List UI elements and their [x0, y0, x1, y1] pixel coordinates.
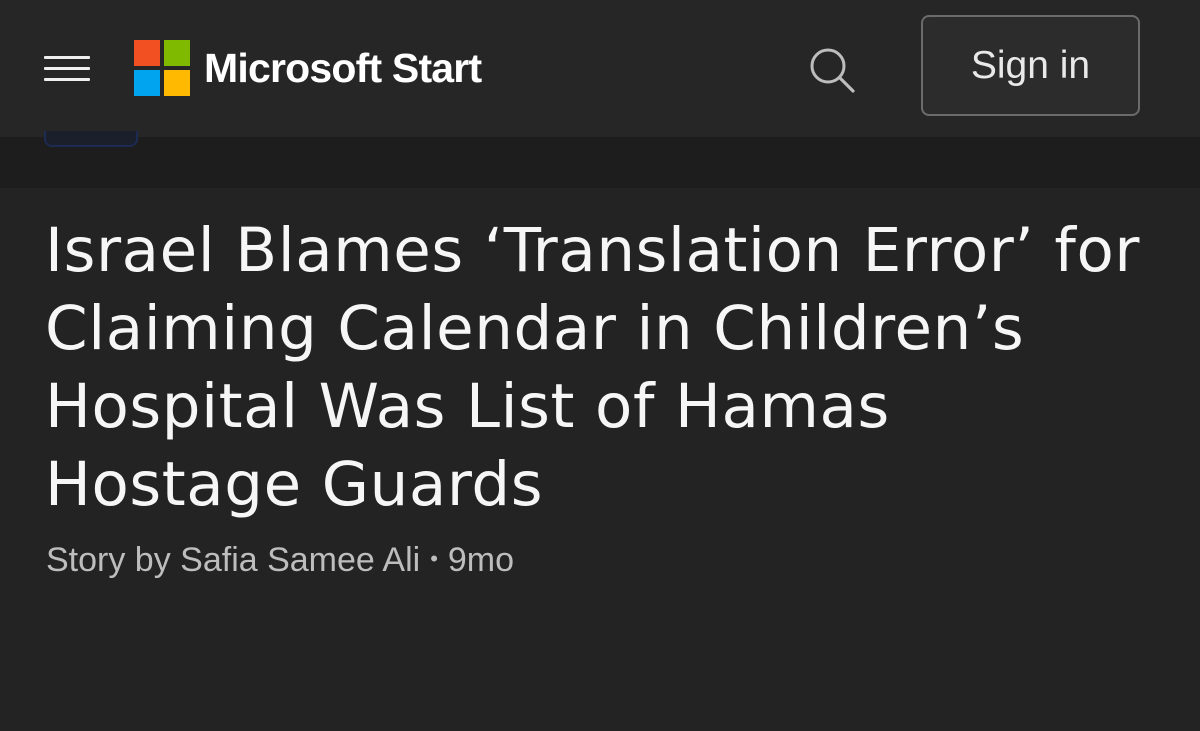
microsoft-start-home-link[interactable]: Microsoft Start	[134, 40, 482, 96]
byline-age: 9mo	[447, 541, 515, 579]
category-strip	[0, 131, 1200, 188]
category-chip[interactable]	[44, 131, 138, 147]
top-navigation-bar: Microsoft Start Sign in	[0, 0, 1200, 137]
search-icon[interactable]	[804, 42, 860, 98]
byline-separator: •	[430, 546, 438, 571]
hamburger-menu-icon[interactable]	[40, 50, 94, 88]
article-byline: Story by Safia Samee Ali • 9mo	[46, 541, 514, 580]
sign-in-button[interactable]: Sign in	[921, 15, 1140, 116]
microsoft-logo-icon	[134, 40, 190, 96]
brand-name: Microsoft Start	[204, 44, 482, 91]
byline-author: Story by Safia Samee Ali	[46, 541, 421, 579]
article-headline: Israel Blames ‘Translation Error’ for Cl…	[45, 215, 1141, 520]
